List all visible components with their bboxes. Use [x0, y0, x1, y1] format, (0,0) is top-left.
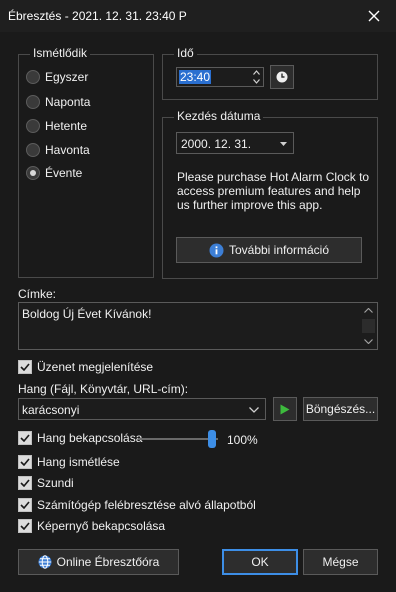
- sound-select[interactable]: karácsonyi: [18, 398, 266, 420]
- slider-track: [138, 438, 218, 440]
- scroll-down-icon[interactable]: [364, 339, 373, 344]
- sound-enable-label: Hang bekapcsolása: [37, 431, 143, 445]
- window-title: Ébresztés - 2021. 12. 31. 23:40 P: [8, 9, 187, 23]
- chevron-down-icon: [280, 142, 287, 146]
- time-legend: Idő: [174, 46, 197, 60]
- repeat-sound-label: Hang ismétlése: [37, 455, 120, 469]
- repeat-legend: Ismétlődik: [30, 46, 91, 60]
- wake-computer-checkbox[interactable]: Számítógép felébresztése alvó állapotból: [18, 498, 256, 512]
- volume-value: 100%: [227, 433, 258, 447]
- radio-weekly[interactable]: Hetente: [26, 116, 87, 136]
- checkbox-box[interactable]: [18, 360, 32, 374]
- online-alarm-label: Online Ébresztőóra: [56, 555, 160, 569]
- more-info-button[interactable]: További információ: [176, 237, 362, 263]
- screen-on-label: Képernyő bekapcsolása: [37, 519, 166, 533]
- show-message-label: Üzenet megjelenítése: [37, 360, 154, 374]
- cancel-button[interactable]: Mégse: [303, 549, 378, 575]
- clock-icon: [276, 71, 288, 83]
- close-icon: [368, 10, 380, 22]
- check-icon: [20, 458, 30, 466]
- slider-thumb[interactable]: [208, 430, 216, 448]
- promo-text: Please purchase Hot Alarm Clock to acces…: [177, 170, 370, 212]
- ok-button[interactable]: OK: [222, 549, 298, 575]
- label-value: Boldog Új Évet Kívánok!: [22, 307, 152, 321]
- ok-label: OK: [251, 555, 269, 569]
- scrollbar[interactable]: [360, 303, 377, 349]
- radio-label: Naponta: [45, 95, 91, 109]
- chevron-down-icon: [249, 407, 259, 413]
- date-value: 2000. 12. 31.: [181, 137, 252, 151]
- radio-yearly[interactable]: Évente: [26, 163, 82, 183]
- sound-enable-checkbox[interactable]: Hang bekapcsolása: [18, 431, 142, 445]
- check-icon: [20, 479, 30, 487]
- radio-indicator[interactable]: [26, 70, 40, 84]
- time-value: 23:40: [179, 70, 212, 84]
- volume-slider[interactable]: [138, 430, 218, 448]
- play-button[interactable]: [273, 397, 297, 421]
- start-date-legend: Kezdés dátuma: [174, 109, 264, 123]
- label-caption: Címke:: [18, 287, 57, 301]
- sound-value: karácsonyi: [22, 403, 80, 417]
- check-icon: [20, 501, 30, 509]
- radio-indicator[interactable]: [26, 166, 40, 180]
- checkbox-box[interactable]: [18, 455, 32, 469]
- checkbox-box[interactable]: [18, 498, 32, 512]
- checkbox-box[interactable]: [18, 431, 32, 445]
- radio-indicator[interactable]: [26, 119, 40, 133]
- radio-indicator[interactable]: [26, 143, 40, 157]
- play-icon: [280, 404, 290, 414]
- cancel-label: Mégse: [322, 555, 359, 569]
- repeat-sound-checkbox[interactable]: Hang ismétlése: [18, 455, 120, 469]
- wake-computer-label: Számítógép felébresztése alvó állapotból: [37, 498, 256, 512]
- scroll-thumb[interactable]: [362, 319, 375, 333]
- radio-label: Hetente: [45, 119, 88, 133]
- sound-caption: Hang (Fájl, Könyvtár, URL-cím):: [18, 382, 189, 396]
- check-icon: [20, 434, 30, 442]
- radio-label: Havonta: [45, 143, 90, 157]
- radio-label: Egyszer: [45, 70, 89, 84]
- spinner-up-icon[interactable]: [253, 70, 260, 75]
- globe-icon: [38, 555, 52, 569]
- browse-label: Böngészés...: [305, 402, 376, 416]
- close-button[interactable]: [360, 4, 388, 28]
- screen-on-checkbox[interactable]: Képernyő bekapcsolása: [18, 519, 165, 533]
- info-icon: [209, 243, 224, 257]
- scroll-up-icon[interactable]: [364, 308, 373, 313]
- radio-once[interactable]: Egyszer: [26, 67, 88, 87]
- date-picker[interactable]: 2000. 12. 31.: [176, 132, 294, 154]
- radio-indicator[interactable]: [26, 95, 40, 109]
- radio-monthly[interactable]: Havonta: [26, 140, 90, 160]
- clock-button[interactable]: [270, 65, 294, 89]
- more-info-label: További információ: [228, 243, 330, 257]
- check-icon: [20, 522, 30, 530]
- browse-button[interactable]: Böngészés...: [303, 397, 378, 421]
- checkbox-box[interactable]: [18, 476, 32, 490]
- spinner-down-icon[interactable]: [253, 79, 260, 84]
- snooze-checkbox[interactable]: Szundi: [18, 476, 74, 490]
- radio-label: Évente: [45, 166, 83, 180]
- time-input[interactable]: 23:40: [176, 67, 264, 87]
- online-alarm-button[interactable]: Online Ébresztőóra: [18, 549, 179, 575]
- show-message-checkbox[interactable]: Üzenet megjelenítése: [18, 360, 153, 374]
- radio-daily[interactable]: Naponta: [26, 92, 90, 112]
- check-icon: [20, 363, 30, 371]
- checkbox-box[interactable]: [18, 519, 32, 533]
- snooze-label: Szundi: [37, 476, 74, 490]
- label-textarea[interactable]: Boldog Új Évet Kívánok!: [18, 302, 378, 350]
